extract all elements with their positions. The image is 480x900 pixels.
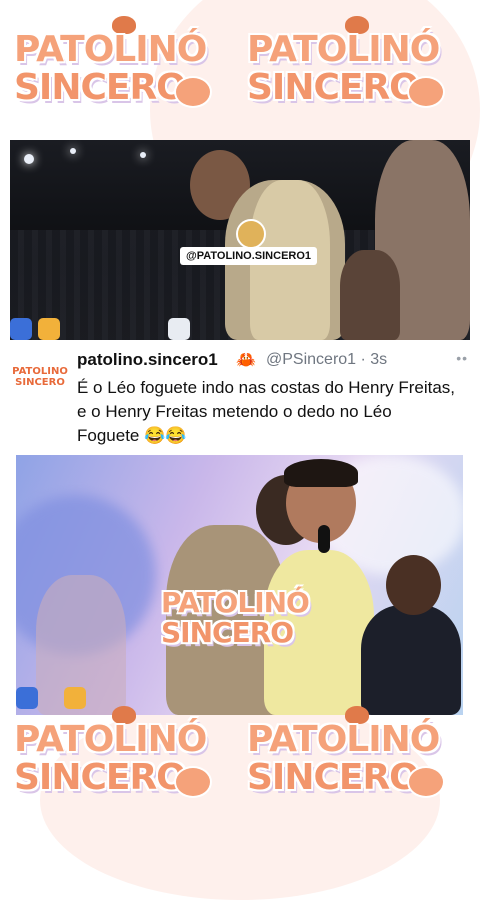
logo-badge-icon [236, 219, 266, 249]
stage-light [70, 148, 76, 154]
logo-line1: PATOLINÓ [14, 29, 207, 70]
phone-icon [168, 318, 190, 340]
more-options-icon[interactable]: •• [456, 350, 468, 366]
speech-bubble-icon [407, 76, 445, 108]
singer-hair [284, 459, 358, 487]
post-text: É o Léo foguete indo nas costas do Henry… [77, 378, 456, 445]
avatar[interactable]: PATOLINÓ SINCERO [12, 366, 68, 390]
performer-figure [340, 250, 400, 340]
watermark-logo: PATOLINÓ SINCERO [14, 706, 214, 802]
avatar-line1: PATOLINÓ [12, 366, 68, 377]
speech-bubble-icon [174, 766, 212, 798]
speech-bubble-icon [407, 766, 445, 798]
watermark-logo: PATOLINÓ SINCERO [247, 16, 447, 112]
speech-bubble-icon [174, 76, 212, 108]
crab-emoji: 🦀 [236, 352, 256, 369]
stage-light [24, 154, 34, 164]
dice-icon [38, 318, 60, 340]
photographer-head [386, 555, 441, 615]
top-video-frame[interactable]: @PATOLINO.SINCERO1 [10, 140, 470, 340]
game-icon [16, 687, 38, 709]
watermark-logo: PATOLINÓ SINCERO [161, 575, 321, 665]
photographer-figure [361, 605, 461, 715]
game-icon [10, 318, 32, 340]
dice-icon [64, 687, 86, 709]
logo-line2: SINCERO [161, 616, 294, 649]
overlay-handle-tag: @PATOLINO.SINCERO1 [180, 247, 318, 265]
post-handle-time[interactable]: @PSincero1 · 3s [266, 351, 387, 369]
logo-line1: PATOLINÓ [247, 719, 440, 760]
post: PATOLINÓ SINCERO patolino.sincero1 🦀 @PS… [0, 344, 480, 454]
stage-light [140, 152, 146, 158]
main-photo[interactable]: PATOLINÓ SINCERO [16, 455, 463, 715]
post-username[interactable]: patolino.sincero1 [77, 350, 218, 370]
logo-line1: PATOLINÓ [247, 29, 440, 70]
watermark-logo: PATOLINÓ SINCERO [247, 706, 447, 802]
logo-line1: PATOLINÓ [14, 719, 207, 760]
watermark-logo: PATOLINÓ SINCERO [14, 16, 214, 112]
microphone-icon [318, 525, 330, 553]
avatar-line2: SINCERO [15, 377, 65, 388]
